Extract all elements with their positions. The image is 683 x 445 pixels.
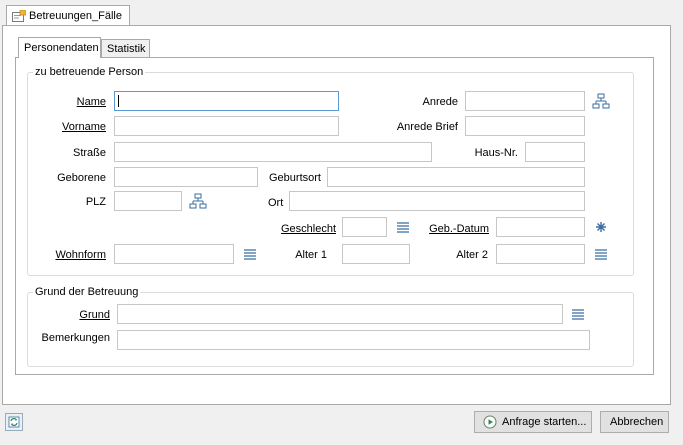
grund-list-button[interactable] <box>568 304 588 324</box>
alter2-input[interactable] <box>496 244 585 264</box>
tab-statistik-label: Statistik <box>107 43 146 55</box>
alter2-list-button[interactable] <box>591 244 611 264</box>
strasse-label: Straße <box>72 147 106 159</box>
group-grund-title: Grund der Betreuung <box>33 286 141 298</box>
anrede-input[interactable] <box>465 91 585 111</box>
bemerkungen-label: Bemerkungen <box>41 332 111 344</box>
refresh-button[interactable] <box>5 413 23 431</box>
anrede-label: Anrede <box>422 96 458 108</box>
wohnform-label: Wohnform <box>55 249 106 261</box>
strasse-input[interactable] <box>114 142 432 162</box>
abbrechen-button[interactable]: Abbrechen <box>600 411 669 433</box>
name-label: Name <box>76 96 106 108</box>
name-input[interactable] <box>114 91 339 111</box>
ort-input[interactable] <box>289 191 585 211</box>
anrede-brief-input[interactable] <box>465 116 585 136</box>
geb-datum-picker-button[interactable] <box>591 217 611 237</box>
list-icon <box>568 304 588 324</box>
tab-personendaten[interactable]: Personendaten <box>18 37 101 58</box>
geb-datum-input[interactable] <box>496 217 585 237</box>
alter1-input[interactable] <box>342 244 410 264</box>
document-tab[interactable]: Betreuungen_Fälle <box>6 5 130 26</box>
tab-statistik[interactable]: Statistik <box>101 39 150 58</box>
grund-label: Grund <box>79 309 110 321</box>
tab-personendaten-label: Personendaten <box>24 42 99 54</box>
vorname-input[interactable] <box>114 116 339 136</box>
plz-input[interactable] <box>114 191 182 211</box>
geburtsort-input[interactable] <box>327 167 585 187</box>
alter1-label: Alter 1 <box>295 249 327 261</box>
list-icon <box>591 244 611 264</box>
geschlecht-list-button[interactable] <box>393 217 413 237</box>
geborene-label: Geborene <box>57 172 106 184</box>
grund-input[interactable] <box>117 304 563 324</box>
geschlecht-input[interactable] <box>342 217 387 237</box>
geborene-input[interactable] <box>114 167 258 187</box>
text-caret <box>118 95 119 107</box>
bemerkungen-input[interactable] <box>117 330 590 350</box>
list-icon <box>240 244 260 264</box>
geburtsort-label: Geburtsort <box>269 172 321 184</box>
vorname-label: Vorname <box>61 121 106 133</box>
anrede-lookup-button[interactable] <box>591 91 611 111</box>
anfrage-starten-button[interactable]: Anfrage starten... <box>474 411 592 433</box>
refresh-icon <box>6 416 22 433</box>
geb-datum-label: Geb.-Datum <box>429 223 489 235</box>
haus-nr-label: Haus-Nr. <box>474 147 518 159</box>
alter2-label: Alter 2 <box>456 249 488 261</box>
plz-lookup-button[interactable] <box>188 191 208 211</box>
play-icon <box>483 415 497 432</box>
haus-nr-input[interactable] <box>525 142 585 162</box>
hierarchy-icon <box>188 191 208 211</box>
group-person-title: zu betreuende Person <box>33 66 146 78</box>
document-tab-label: Betreuungen_Fälle <box>29 10 122 22</box>
list-icon <box>393 217 413 237</box>
wohnform-list-button[interactable] <box>240 244 260 264</box>
plz-label: PLZ <box>85 196 106 208</box>
date-picker-icon <box>591 217 611 237</box>
form-document-icon <box>12 9 27 22</box>
wohnform-input[interactable] <box>114 244 234 264</box>
anfrage-starten-label: Anfrage starten... <box>502 416 587 428</box>
hierarchy-icon <box>591 91 611 111</box>
anrede-brief-label: Anrede Brief <box>396 121 458 133</box>
abbrechen-label: Abbrechen <box>610 416 664 428</box>
geschlecht-label: Geschlecht <box>280 223 336 235</box>
ort-label: Ort <box>268 197 284 209</box>
